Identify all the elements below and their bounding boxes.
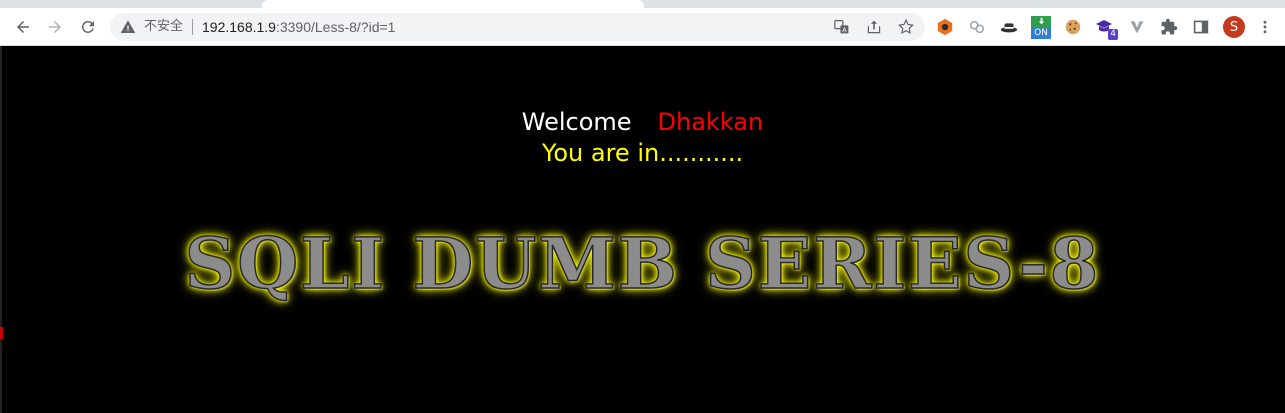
reload-button[interactable]: [75, 14, 101, 40]
kebab-menu-icon[interactable]: [1255, 17, 1275, 37]
bookmark-star-icon[interactable]: [896, 17, 916, 37]
puzzle-icon[interactable]: [1159, 17, 1179, 37]
active-tab[interactable]: [262, 0, 644, 8]
welcome-label: Welcome: [521, 108, 632, 136]
url-path: :3390/Less-8/?id=1: [275, 19, 396, 35]
profile-avatar[interactable]: S: [1223, 16, 1245, 38]
address-bar[interactable]: 不安全 192.168.1.9:3390/Less-8/?id=1 A: [110, 13, 925, 41]
banner-title: SQLI DUMB SERIES-8: [184, 221, 1101, 306]
browser-toolbar: 不安全 192.168.1.9:3390/Less-8/?id=1 A ON 4: [0, 8, 1285, 46]
extension-link-icon[interactable]: [967, 17, 987, 37]
extension-on-toggle[interactable]: ON: [1031, 13, 1051, 41]
cookie-icon[interactable]: [1063, 17, 1083, 37]
back-button[interactable]: [10, 14, 36, 40]
window-edge-marker: [0, 327, 3, 339]
translate-icon[interactable]: A: [832, 17, 852, 37]
tab-strip: [0, 0, 1285, 8]
on-badge: ON: [1031, 27, 1051, 39]
reload-icon: [82, 21, 94, 33]
share-icon[interactable]: [864, 17, 884, 37]
welcome-line: Welcome Dhakkan: [0, 107, 1285, 137]
arrow-right-icon: [49, 21, 61, 33]
arrow-left-icon: [17, 21, 29, 33]
extension-count-badge: 4: [1108, 29, 1118, 40]
extension-v-icon[interactable]: [1127, 17, 1147, 37]
extension-graduation-icon[interactable]: 4: [1095, 17, 1118, 40]
url-text[interactable]: 192.168.1.9:3390/Less-8/?id=1: [202, 18, 395, 36]
not-secure-label[interactable]: 不安全: [144, 19, 183, 35]
url-host: 192.168.1.9: [202, 19, 276, 35]
omnibox-separator: [192, 19, 193, 35]
extension-hat-icon[interactable]: [999, 17, 1019, 37]
svg-text:A: A: [842, 26, 847, 34]
side-panel-icon[interactable]: [1191, 17, 1211, 37]
warning-icon[interactable]: [120, 19, 136, 35]
download-icon: [1031, 15, 1051, 28]
extension-hexagon-icon[interactable]: [935, 17, 955, 37]
banner-title-image: SQLI DUMB SERIES-8: [0, 221, 1285, 306]
status-message: You are in...........: [541, 139, 744, 167]
welcome-name: Dhakkan: [657, 108, 764, 136]
forward-button[interactable]: [42, 14, 68, 40]
